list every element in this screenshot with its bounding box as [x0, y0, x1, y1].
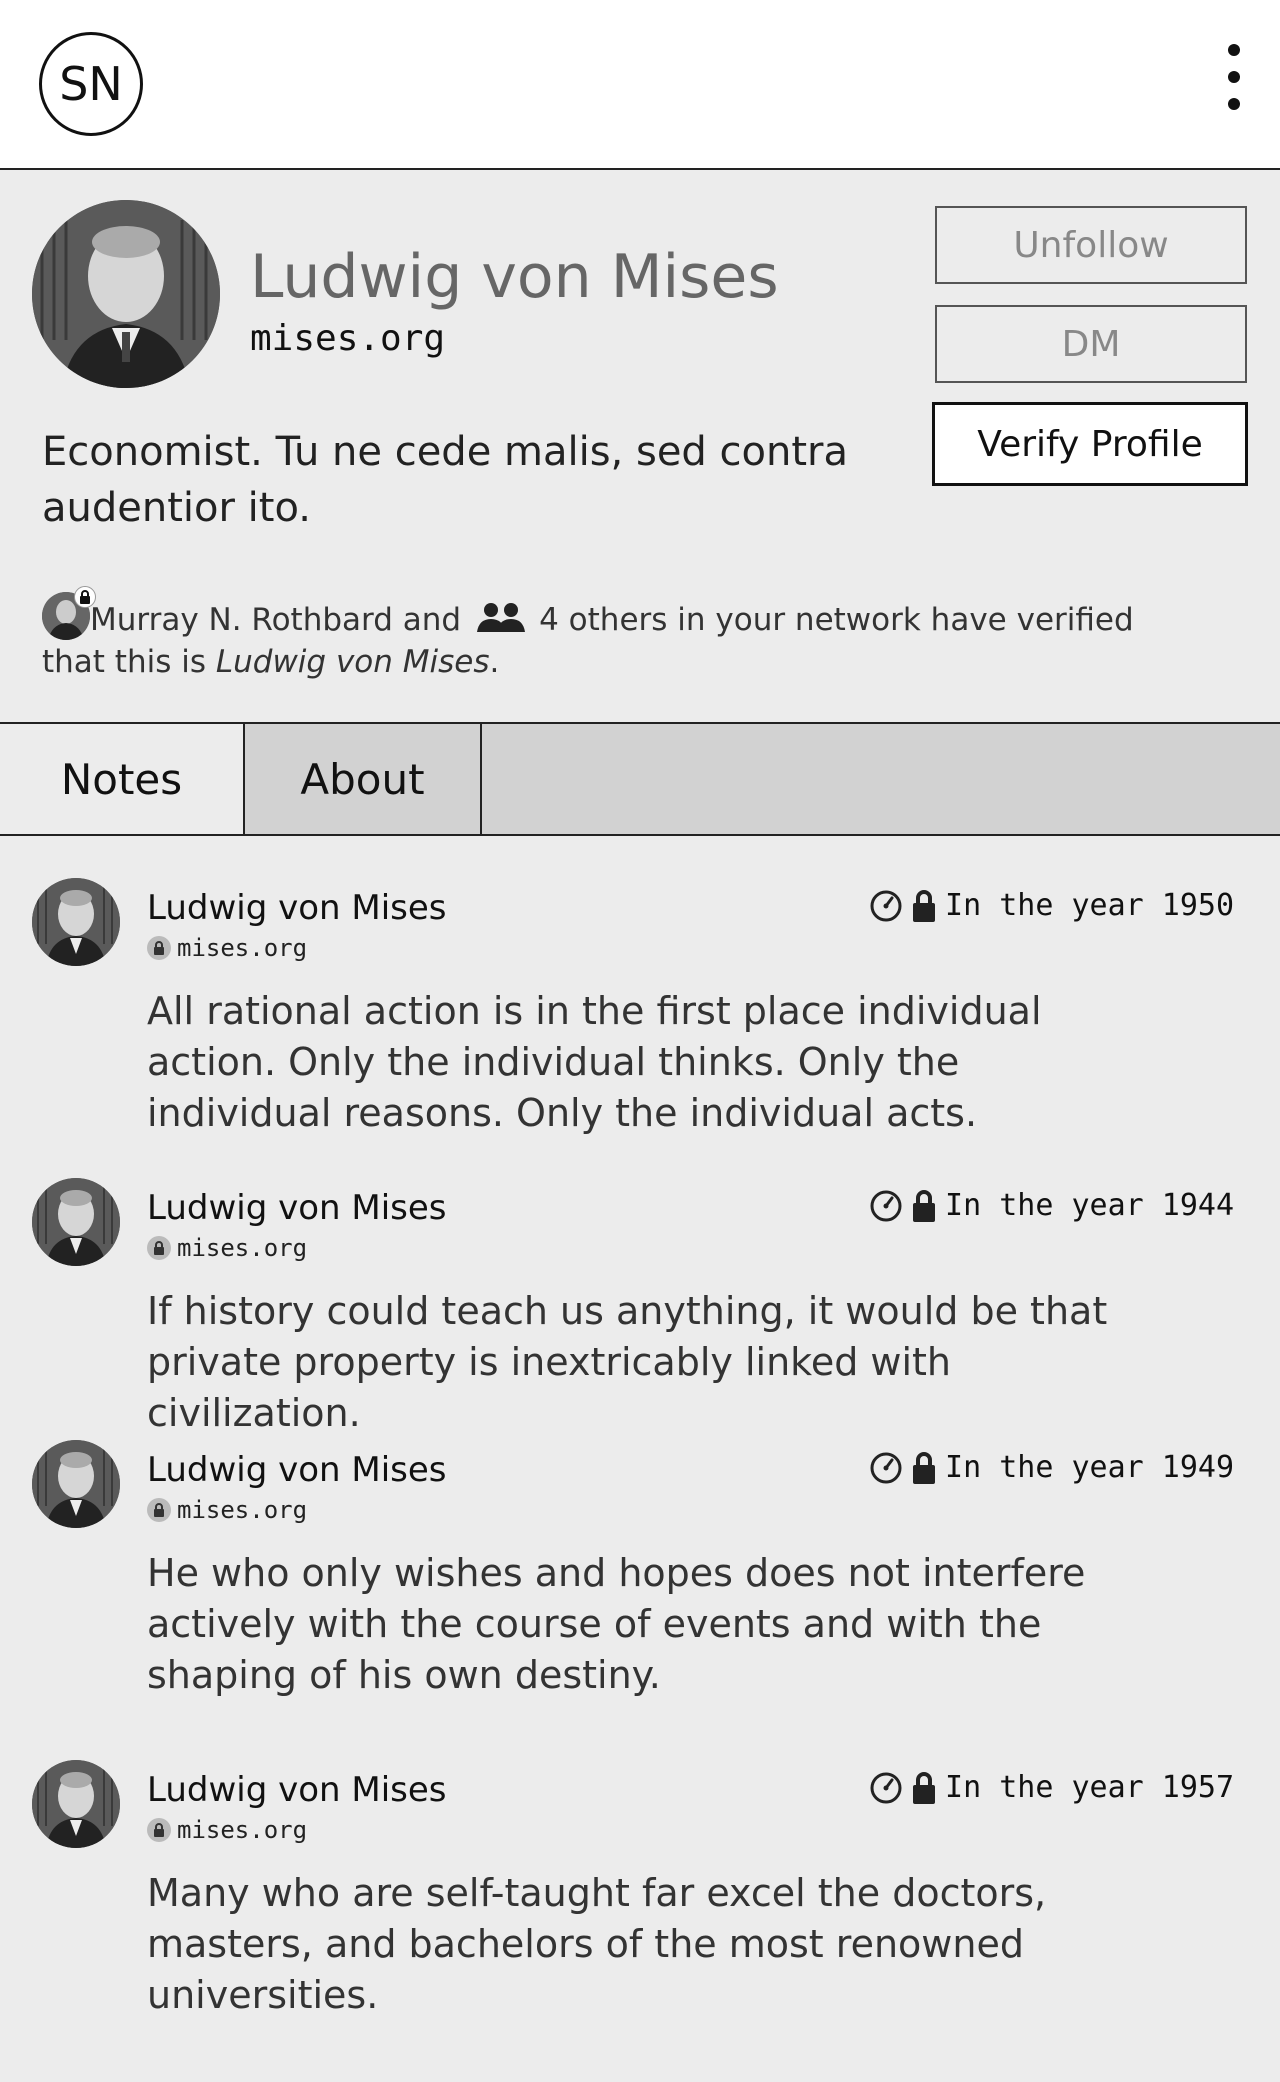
lock-icon — [147, 1818, 171, 1842]
timer-icon — [869, 1189, 903, 1223]
lock-icon — [911, 1189, 937, 1223]
more-vertical-icon[interactable] — [1222, 44, 1246, 110]
verification-subject: Ludwig von Mises — [215, 644, 490, 680]
profile-bio: Economist. Tu ne cede malis, sed contra … — [42, 429, 848, 531]
note-domain-text: mises.org — [177, 1234, 308, 1262]
lock-icon — [147, 936, 171, 960]
note-author-name[interactable]: Ludwig von Mises — [147, 1450, 447, 1490]
note-domain-text: mises.org — [177, 1816, 308, 1844]
lock-icon — [147, 1498, 171, 1522]
lock-icon — [911, 1771, 937, 1805]
app-logo[interactable]: SN — [39, 32, 143, 136]
verification-and: and — [402, 602, 462, 638]
lock-icon — [911, 1451, 937, 1485]
note-domain-text: mises.org — [177, 1496, 308, 1524]
tab-about[interactable]: About — [245, 724, 482, 834]
note-time-text: In the year 1949 — [945, 1450, 1234, 1485]
profile-domain[interactable]: mises.org — [250, 318, 445, 359]
menu-dot — [1228, 44, 1240, 56]
note-author-name[interactable]: Ludwig von Mises — [147, 1770, 447, 1810]
lock-icon — [74, 586, 96, 608]
group-icon — [475, 602, 527, 634]
note-author-avatar[interactable] — [32, 1178, 120, 1266]
note-author-domain: mises.org — [147, 934, 307, 962]
lock-icon — [911, 889, 937, 923]
menu-dot — [1228, 98, 1240, 110]
verifier-avatar[interactable] — [42, 586, 96, 640]
dm-button[interactable]: DM — [935, 305, 1247, 383]
note-author-domain: mises.org — [147, 1496, 307, 1524]
unfollow-button[interactable]: Unfollow — [935, 206, 1247, 284]
note-timestamp: In the year 1957 — [869, 1770, 1234, 1805]
timer-icon — [869, 1451, 903, 1485]
note-author-avatar[interactable] — [32, 1440, 120, 1528]
note-body: Many who are self-taught far excel the d… — [147, 1871, 1047, 2017]
note-domain-text: mises.org — [177, 934, 308, 962]
note-timestamp: In the year 1949 — [869, 1450, 1234, 1485]
lock-icon — [147, 1236, 171, 1260]
verification-period: . — [489, 644, 500, 680]
note-body: He who only wishes and hopes does not in… — [147, 1551, 1086, 1697]
verify-profile-button[interactable]: Verify Profile — [932, 402, 1248, 486]
profile-header: Ludwig von Mises mises.org Unfollow DM V… — [0, 172, 1280, 722]
menu-dot — [1228, 71, 1240, 83]
note-time-text: In the year 1944 — [945, 1188, 1234, 1223]
top-bar: SN — [0, 0, 1280, 170]
note-timestamp: In the year 1944 — [869, 1188, 1234, 1223]
profile-tabs: Notes About — [0, 722, 1280, 836]
note-timestamp: In the year 1950 — [869, 888, 1234, 923]
tab-notes[interactable]: Notes — [0, 724, 245, 834]
verifier-name[interactable]: Murray N. Rothbard — [90, 602, 393, 638]
note-author-domain: mises.org — [147, 1816, 307, 1844]
profile-avatar[interactable] — [32, 200, 220, 388]
profile-name: Ludwig von Mises — [250, 242, 779, 312]
note-time-text: In the year 1957 — [945, 1770, 1234, 1805]
timer-icon — [869, 1771, 903, 1805]
note-author-name[interactable]: Ludwig von Mises — [147, 888, 447, 928]
note-time-text: In the year 1950 — [945, 888, 1234, 923]
note-author-domain: mises.org — [147, 1234, 307, 1262]
note-author-name[interactable]: Ludwig von Mises — [147, 1188, 447, 1228]
note-author-avatar[interactable] — [32, 878, 120, 966]
note-body: All rational action is in the first plac… — [147, 989, 1042, 1135]
timer-icon — [869, 889, 903, 923]
note-author-avatar[interactable] — [32, 1760, 120, 1848]
note-body: If history could teach us anything, it w… — [147, 1289, 1108, 1435]
verification-that-this-is: that this is — [42, 644, 206, 680]
verification-others[interactable]: 4 others in your network have verified — [539, 602, 1134, 638]
verification-summary: Murray N. Rothbard and 4 others in your … — [42, 586, 1142, 683]
